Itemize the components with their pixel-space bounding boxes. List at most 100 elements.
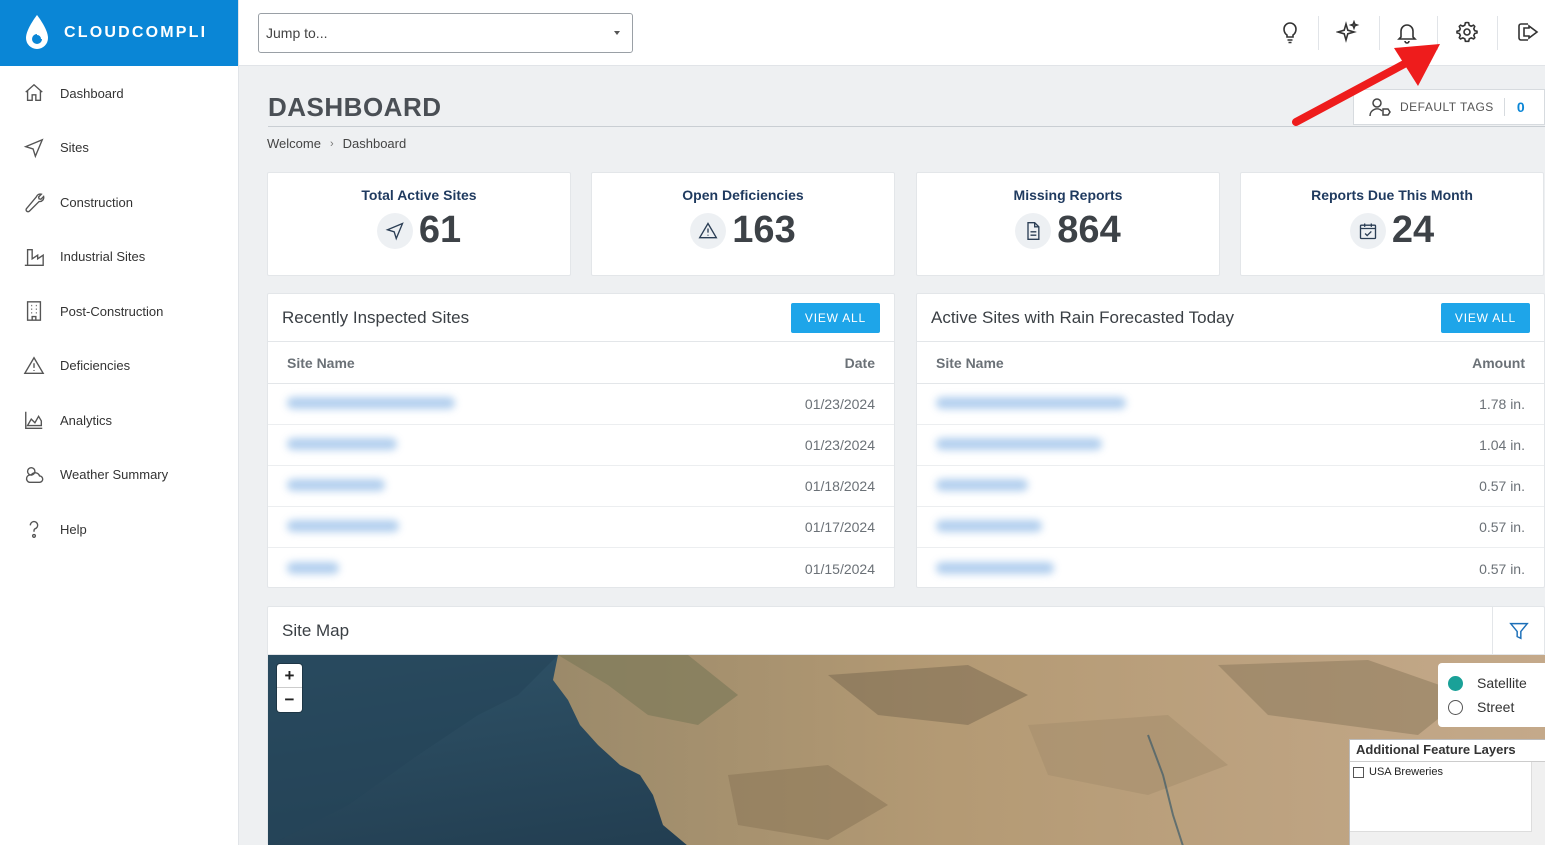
stat-title: Missing Reports (1013, 187, 1123, 203)
sidebar-item-label: Help (60, 521, 87, 537)
panel-title: Site Map (282, 620, 350, 640)
site-name-redacted[interactable] (287, 561, 805, 577)
site-name-redacted[interactable] (936, 561, 1479, 577)
site-name-redacted[interactable] (936, 519, 1479, 535)
sidebar-item-label: Post-Construction (60, 303, 164, 319)
table-row[interactable]: 01/15/2024 (268, 548, 894, 589)
gear-icon[interactable] (1451, 16, 1483, 48)
map-filter-button[interactable] (1492, 606, 1544, 655)
sidebar-item-weather-summary[interactable]: Weather Summary (0, 448, 238, 503)
title-divider (268, 126, 1545, 127)
column-header-site-name[interactable]: Site Name (287, 355, 845, 371)
layer-item[interactable]: USA Breweries (1350, 762, 1545, 782)
table-row[interactable]: 01/23/2024 (268, 425, 894, 466)
sidebar-item-label: Analytics (60, 412, 113, 428)
stat-card-reports-due[interactable]: Reports Due This Month 24 (1240, 172, 1544, 276)
breadcrumb-dashboard: Dashboard (342, 136, 407, 151)
view-all-rain-button[interactable]: VIEW ALL (1440, 302, 1530, 333)
lightbulb-icon[interactable] (1274, 16, 1306, 48)
sidebar: CLOUDCOMPLI Dashboard Sites Construction… (0, 0, 239, 845)
calendar-check-icon (1349, 212, 1386, 249)
basemap-street-option[interactable]: Street (1448, 695, 1536, 719)
wrench-icon (22, 190, 46, 214)
vertical-scrollbar[interactable] (1531, 762, 1545, 845)
question-icon (22, 517, 46, 541)
stat-card-total-active-sites[interactable]: Total Active Sites 61 (267, 172, 571, 276)
logout-icon[interactable] (1512, 16, 1544, 48)
column-header-site-name[interactable]: Site Name (936, 355, 1472, 371)
table-row[interactable]: 1.04 in. (917, 425, 1544, 466)
stat-value: 864 (1057, 209, 1121, 251)
brand-name: CLOUDCOMPLI (64, 24, 208, 41)
horizontal-scrollbar[interactable] (1350, 831, 1532, 845)
site-name-redacted[interactable] (936, 396, 1479, 412)
user-tag-icon (1369, 98, 1391, 117)
breadcrumb-welcome[interactable]: Welcome (267, 136, 321, 151)
divider (1503, 98, 1505, 116)
sparkles-icon[interactable] (1332, 16, 1364, 48)
panel-title: Active Sites with Rain Forecasted Today (931, 307, 1234, 327)
default-tags-label: DEFAULT TAGS (1400, 100, 1494, 114)
sidebar-item-label: Industrial Sites (60, 249, 146, 265)
column-header-date[interactable]: Date (845, 355, 875, 371)
row-date: 01/17/2024 (804, 519, 875, 535)
column-header-amount[interactable]: Amount (1472, 355, 1525, 371)
navigation-arrow-icon (22, 136, 46, 160)
map-canvas[interactable]: + − Satellite Street Additional Feature … (268, 655, 1545, 845)
basemap-satellite-option[interactable]: Satellite (1448, 671, 1536, 695)
row-amount: 0.57 in. (1479, 519, 1525, 535)
row-date: 01/18/2024 (804, 478, 875, 494)
stat-card-open-deficiencies[interactable]: Open Deficiencies 163 (591, 172, 895, 276)
sidebar-item-label: Sites (60, 140, 89, 156)
table-row[interactable]: 0.57 in. (917, 507, 1544, 548)
chevron-down-icon (614, 31, 620, 35)
feature-layers-panel: Additional Feature Layers USA Breweries (1349, 739, 1545, 845)
site-name-redacted[interactable] (287, 519, 805, 535)
table-row[interactable]: 1.78 in. (917, 384, 1544, 425)
sidebar-item-sites[interactable]: Sites (0, 121, 238, 176)
table-row[interactable]: 01/23/2024 (268, 384, 894, 425)
radio-unselected[interactable] (1448, 699, 1463, 715)
brand-logo[interactable]: CLOUDCOMPLI (0, 0, 238, 66)
site-name-redacted[interactable] (287, 478, 805, 494)
bell-icon[interactable] (1391, 16, 1423, 48)
basemap-label: Satellite (1477, 675, 1527, 691)
table-row[interactable]: 0.57 in. (917, 466, 1544, 507)
zoom-out-button[interactable]: − (277, 688, 302, 712)
row-amount: 0.57 in. (1479, 560, 1525, 577)
sidebar-item-deficiencies[interactable]: Deficiencies (0, 339, 238, 394)
row-amount: 0.57 in. (1479, 478, 1525, 494)
divider (1437, 16, 1438, 50)
top-bar: Jump to... (239, 0, 1545, 66)
row-date: 01/23/2024 (804, 396, 875, 412)
area-chart-icon (22, 408, 46, 432)
site-name-redacted[interactable] (936, 437, 1479, 453)
site-name-redacted[interactable] (287, 437, 805, 453)
sidebar-item-help[interactable]: Help (0, 502, 238, 557)
basemap-label: Street (1477, 699, 1515, 715)
sidebar-item-label: Deficiencies (60, 358, 131, 374)
warning-triangle-icon (22, 354, 46, 378)
recently-inspected-panel: Recently Inspected Sites VIEW ALL Site N… (267, 293, 895, 588)
feature-layers-title: Additional Feature Layers (1350, 740, 1545, 762)
table-row[interactable]: 0.57 in. (917, 548, 1544, 589)
site-name-redacted[interactable] (287, 396, 805, 412)
view-all-recent-button[interactable]: VIEW ALL (790, 302, 880, 333)
radio-selected[interactable] (1448, 675, 1463, 691)
sidebar-item-industrial-sites[interactable]: Industrial Sites (0, 230, 238, 285)
sidebar-item-analytics[interactable]: Analytics (0, 393, 238, 448)
jump-to-select[interactable]: Jump to... (258, 13, 633, 53)
layer-label: USA Breweries (1369, 766, 1443, 778)
sidebar-item-post-construction[interactable]: Post-Construction (0, 284, 238, 339)
layer-checkbox[interactable] (1353, 766, 1364, 778)
site-name-redacted[interactable] (936, 478, 1479, 494)
default-tags-button[interactable]: DEFAULT TAGS 0 (1353, 89, 1545, 125)
row-amount: 1.78 in. (1479, 396, 1525, 412)
stat-card-missing-reports[interactable]: Missing Reports 864 (916, 172, 1220, 276)
table-row[interactable]: 01/18/2024 (268, 466, 894, 507)
sidebar-item-construction[interactable]: Construction (0, 175, 238, 230)
zoom-in-button[interactable]: + (277, 664, 302, 688)
sidebar-item-dashboard[interactable]: Dashboard (0, 66, 238, 121)
stat-value: 61 (418, 209, 462, 251)
table-row[interactable]: 01/17/2024 (268, 507, 894, 548)
